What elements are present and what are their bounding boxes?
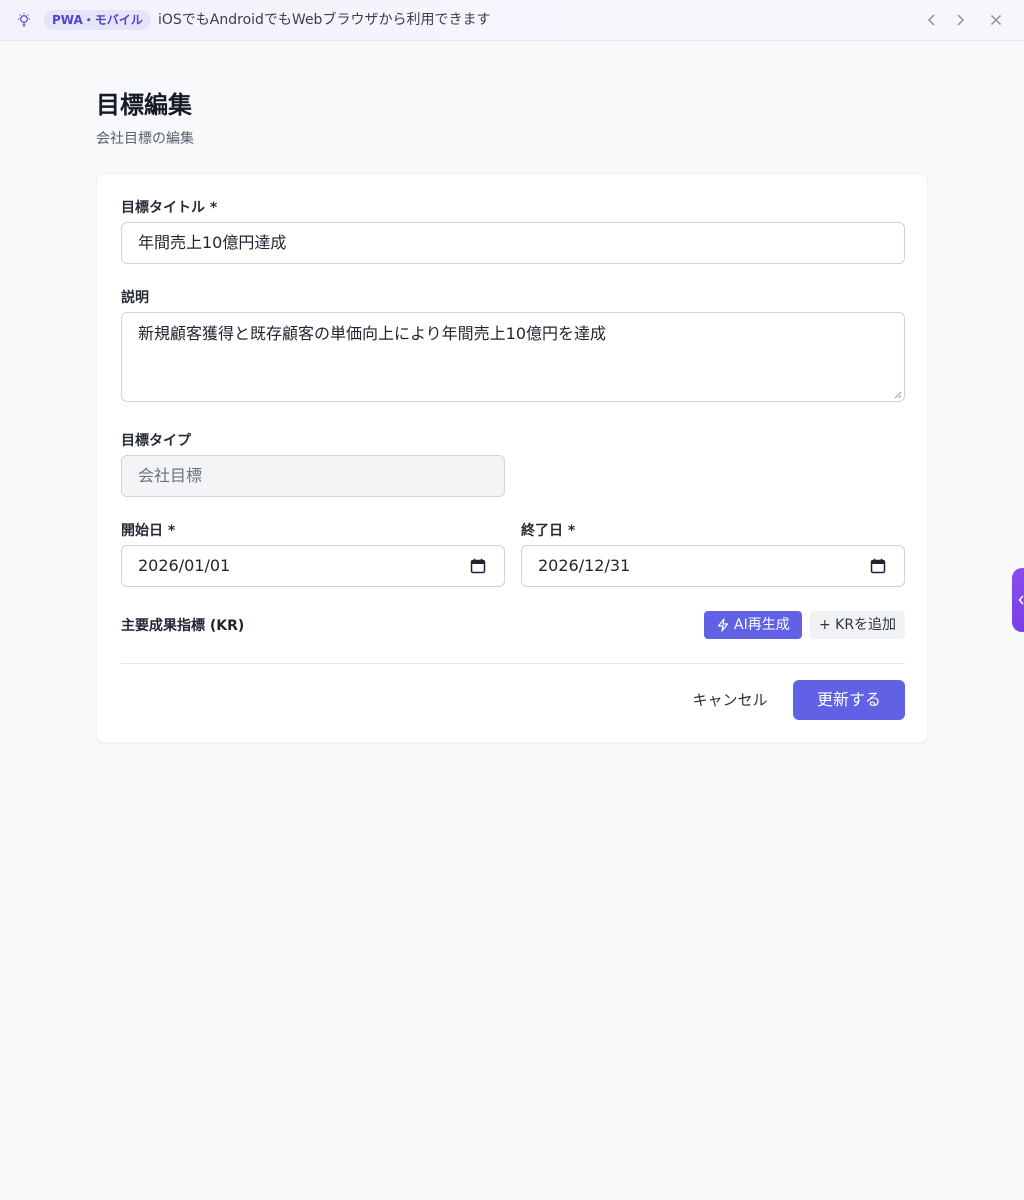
zap-icon [717,618,729,632]
calendar-icon[interactable] [870,558,886,574]
close-icon[interactable] [987,11,1005,29]
title-label: 目標タイトル * [121,200,218,216]
resize-handle-icon[interactable] [894,391,902,399]
start-date-value: 2026/01/01 [138,556,231,575]
divider [121,663,905,664]
ai-regenerate-button[interactable]: AI再生成 [704,611,802,639]
description-textarea[interactable]: 新規顧客獲得と既存顧客の単価向上により年間売上10億円を達成 [121,312,905,402]
chevron-left-icon[interactable] [923,11,941,29]
type-field: 会社目標 [121,455,505,497]
goal-form-card: 目標タイトル * 年間売上10億円達成 説明 新規顧客獲得と既存顧客の単価向上に… [96,173,928,743]
pwa-badge: PWA・モバイル [44,10,151,30]
add-kr-button[interactable]: + KRを追加 [810,611,905,639]
banner-message: iOSでもAndroidでもWebブラウザから利用できます [158,12,491,28]
type-label: 目標タイプ [121,433,191,449]
ai-regenerate-label: AI再生成 [734,617,790,633]
page-title: 目標編集 [96,91,192,119]
kr-section-title: 主要成果指標 (KR) [121,618,245,634]
end-date-label: 終了日 * [521,523,576,539]
cancel-button[interactable]: キャンセル [682,680,778,720]
title-input[interactable]: 年間売上10億円達成 [121,222,905,264]
lightbulb-icon [16,12,32,28]
page-subtitle: 会社目標の編集 [96,131,194,147]
description-text: 新規顧客獲得と既存顧客の単価向上により年間売上10億円を達成 [138,324,607,343]
description-label: 説明 [121,290,149,306]
pwa-banner: PWA・モバイル iOSでもAndroidでもWebブラウザから利用できます [0,0,1024,41]
update-button[interactable]: 更新する [793,680,905,720]
calendar-icon[interactable] [470,558,486,574]
side-panel-tab[interactable] [1012,568,1024,632]
chevron-right-icon[interactable] [951,11,969,29]
start-date-label: 開始日 * [121,523,176,539]
end-date-value: 2026/12/31 [538,556,631,575]
chevron-left-icon [1018,595,1024,605]
end-date-input[interactable]: 2026/12/31 [521,545,905,587]
start-date-input[interactable]: 2026/01/01 [121,545,505,587]
